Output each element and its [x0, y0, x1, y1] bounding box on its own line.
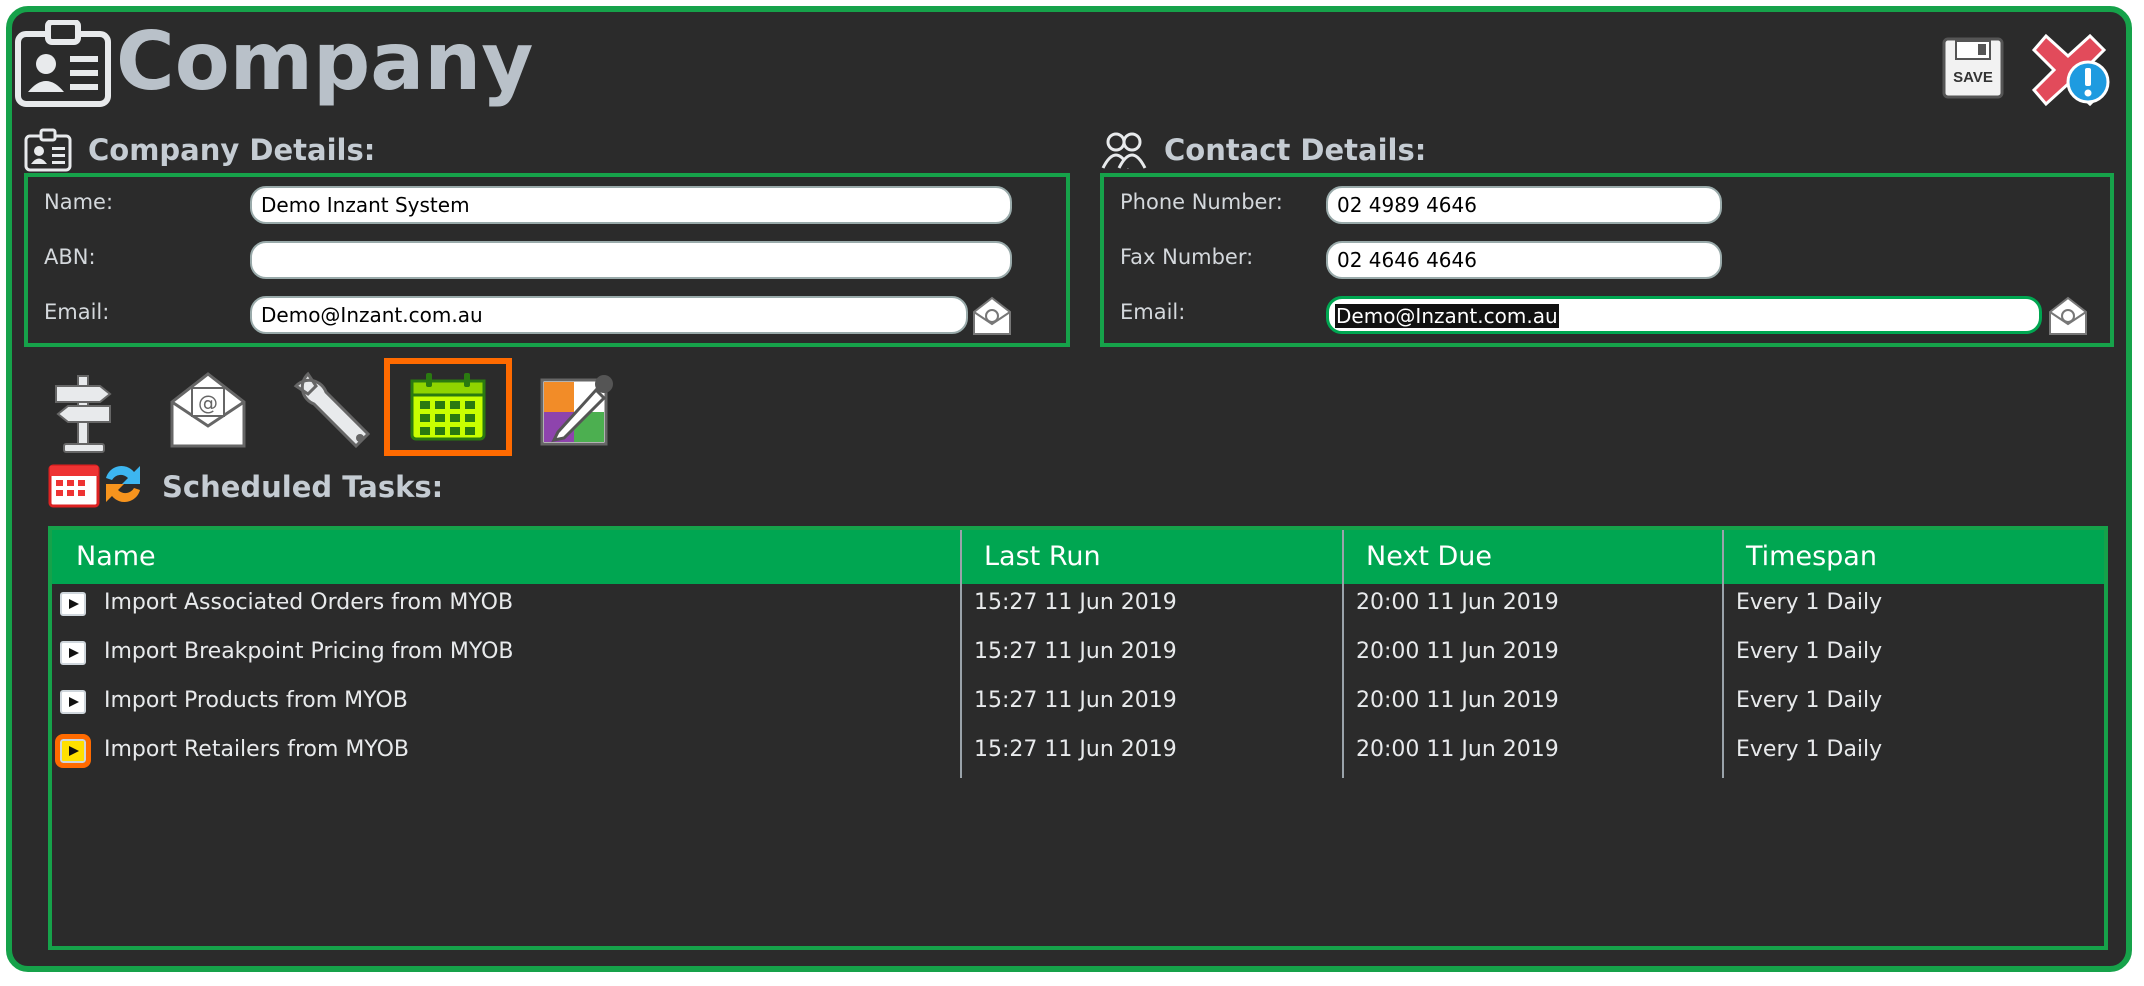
- color-picker-icon: [540, 375, 613, 446]
- abn-input[interactable]: [250, 241, 1012, 279]
- play-icon: [69, 746, 79, 756]
- tab-schedule[interactable]: [384, 358, 512, 456]
- task-next-due: 20:00 11 Jun 2019: [1356, 639, 1559, 664]
- task-name: Import Products from MYOB: [104, 688, 408, 713]
- task-last-run: 15:27 11 Jun 2019: [974, 737, 1177, 762]
- task-last-run: 15:27 11 Jun 2019: [974, 688, 1177, 713]
- table-row[interactable]: Import Products from MYOB 15:27 11 Jun 2…: [52, 684, 2102, 732]
- run-task-button[interactable]: [60, 641, 86, 665]
- floppy-disk-icon: SAVE: [1942, 37, 2004, 99]
- close-warning-icon: [2031, 33, 2110, 107]
- run-task-button[interactable]: [55, 734, 91, 768]
- tab-settings[interactable]: [288, 366, 376, 454]
- save-button[interactable]: SAVE: [1942, 37, 2004, 99]
- scheduled-tasks-heading: Scheduled Tasks:: [162, 470, 444, 504]
- task-last-run: 15:27 11 Jun 2019: [974, 639, 1177, 664]
- column-header-last-run[interactable]: Last Run: [984, 530, 1101, 584]
- contact-details-heading: Contact Details:: [1164, 133, 1427, 167]
- task-timespan: Every 1 Daily: [1736, 737, 1883, 762]
- contact-email-label: Email:: [1120, 300, 1186, 324]
- scheduled-tasks-table: Name Last Run Next Due Timespan Import A…: [48, 526, 2108, 950]
- scheduled-tasks-icon: [48, 464, 140, 508]
- task-name: Import Retailers from MYOB: [104, 737, 410, 762]
- envelope-icon: [2049, 296, 2087, 335]
- run-task-button[interactable]: [60, 592, 86, 616]
- task-last-run: 15:27 11 Jun 2019: [974, 590, 1177, 615]
- selected-text: Demo@Inzant.com.au: [1335, 304, 1559, 328]
- phone-label: Phone Number:: [1120, 190, 1283, 214]
- play-icon: [69, 648, 79, 658]
- task-timespan: Every 1 Daily: [1736, 590, 1883, 615]
- wrench-icon: [293, 371, 371, 449]
- play-icon: [69, 697, 79, 707]
- table-row[interactable]: Import Breakpoint Pricing from MYOB 15:2…: [52, 635, 2102, 683]
- company-email-input[interactable]: Demo@Inzant.com.au: [250, 296, 968, 334]
- email-envelope-icon: @: [170, 372, 246, 448]
- company-name-input[interactable]: Demo Inzant System: [250, 186, 1012, 224]
- tab-email[interactable]: @: [164, 366, 252, 454]
- fax-label: Fax Number:: [1120, 245, 1254, 269]
- svg-text:SAVE: SAVE: [1953, 69, 1993, 86]
- table-header: Name Last Run Next Due Timespan: [52, 530, 2104, 584]
- signpost-icon: [55, 375, 112, 453]
- tab-appearance[interactable]: [534, 366, 622, 454]
- task-next-due: 20:00 11 Jun 2019: [1356, 737, 1559, 762]
- task-timespan: Every 1 Daily: [1736, 639, 1883, 664]
- tab-directions[interactable]: [40, 366, 128, 454]
- task-next-due: 20:00 11 Jun 2019: [1356, 590, 1559, 615]
- task-next-due: 20:00 11 Jun 2019: [1356, 688, 1559, 713]
- send-email-button[interactable]: [970, 294, 1014, 338]
- phone-input[interactable]: 02 4989 4646: [1326, 186, 1722, 224]
- abn-label: ABN:: [44, 245, 96, 269]
- id-card-icon: [24, 128, 72, 172]
- svg-text:@: @: [198, 391, 218, 415]
- envelope-icon: [973, 296, 1011, 335]
- send-contact-email-button[interactable]: [2046, 294, 2090, 338]
- email-label: Email:: [44, 300, 110, 324]
- company-details-heading: Company Details:: [88, 133, 376, 167]
- task-timespan: Every 1 Daily: [1736, 688, 1883, 713]
- task-name: Import Associated Orders from MYOB: [104, 590, 514, 615]
- id-card-icon: [15, 20, 111, 107]
- column-header-timespan[interactable]: Timespan: [1746, 530, 1877, 584]
- close-button[interactable]: [2031, 30, 2112, 108]
- contacts-people-icon: [1101, 132, 1147, 169]
- table-row[interactable]: Import Associated Orders from MYOB 15:27…: [52, 586, 2102, 634]
- column-header-name[interactable]: Name: [76, 530, 156, 584]
- table-row[interactable]: Import Retailers from MYOB 15:27 11 Jun …: [52, 733, 2102, 781]
- contact-email-input[interactable]: Demo@Inzant.com.au: [1326, 296, 2042, 334]
- page-title: Company: [116, 15, 534, 108]
- column-header-next-due[interactable]: Next Due: [1366, 530, 1492, 584]
- play-icon: [69, 599, 79, 609]
- task-name: Import Breakpoint Pricing from MYOB: [104, 639, 514, 664]
- fax-input[interactable]: 02 4646 4646: [1326, 241, 1722, 279]
- run-task-button[interactable]: [60, 690, 86, 714]
- name-label: Name:: [44, 190, 114, 214]
- calendar-icon: [410, 373, 486, 441]
